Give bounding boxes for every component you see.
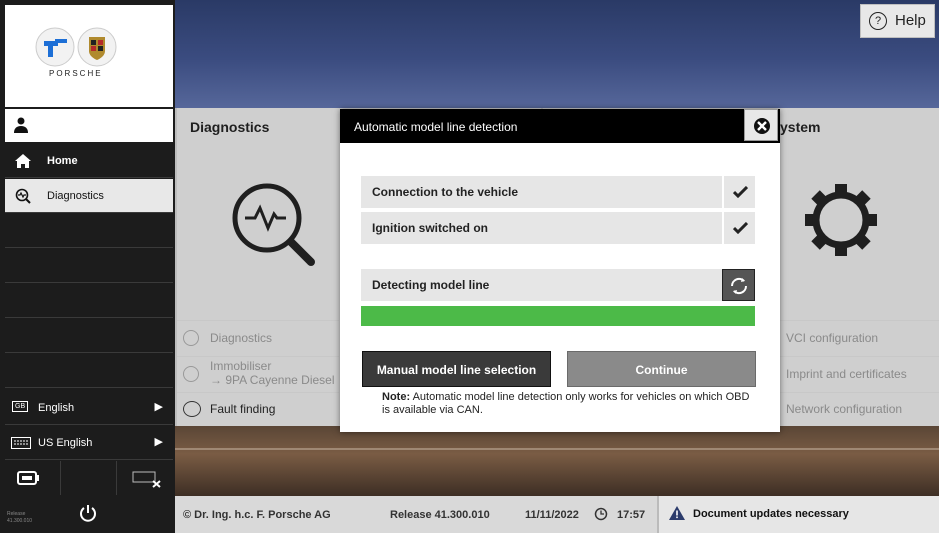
gear-icon bbox=[805, 184, 877, 256]
immobiliser-icon bbox=[183, 366, 199, 382]
help-label: Help bbox=[895, 12, 926, 29]
model-line-detection-dialog: Automatic model line detection Connectio… bbox=[340, 109, 780, 432]
step-label: Ignition switched on bbox=[372, 221, 488, 235]
power-button[interactable] bbox=[78, 503, 98, 528]
logo-area: PORSCHE bbox=[5, 5, 173, 107]
continue-button[interactable]: Continue bbox=[567, 351, 756, 387]
help-button[interactable]: ? Help bbox=[860, 4, 935, 38]
diagnostics-icon bbox=[15, 188, 31, 204]
step-connection: Connection to the vehicle bbox=[361, 176, 755, 208]
user-icon bbox=[14, 117, 28, 133]
progress-bar bbox=[361, 306, 755, 326]
battery-status[interactable] bbox=[5, 461, 61, 495]
power-icon bbox=[80, 505, 96, 522]
sidebar-item-label: Diagnostics bbox=[47, 190, 104, 202]
warning-icon bbox=[669, 506, 685, 520]
link-fault-finding[interactable]: Fault finding bbox=[177, 392, 339, 426]
language-badge: GB bbox=[12, 401, 29, 412]
release-text: Release 41.300.010 bbox=[390, 509, 490, 521]
link-diagnostics[interactable]: Diagnostics bbox=[177, 320, 339, 356]
vci-status[interactable] bbox=[117, 461, 173, 495]
date-text: 11/11/2022 bbox=[525, 509, 579, 521]
keyboard-selector[interactable]: US English ▶ bbox=[5, 426, 173, 460]
step-detecting: Detecting model line bbox=[361, 269, 755, 301]
language-selector[interactable]: GB English ▶ bbox=[5, 391, 173, 425]
piwis-logo-icon bbox=[35, 27, 75, 67]
language-label: English bbox=[38, 402, 75, 414]
step-label: Connection to the vehicle bbox=[372, 185, 519, 199]
vci-disconnected-icon bbox=[132, 471, 161, 488]
fault-finding-icon bbox=[183, 401, 201, 417]
diagnostics-magnifier-icon bbox=[232, 183, 315, 266]
chevron-right-icon: ▶ bbox=[154, 436, 163, 448]
note-label: Note: bbox=[382, 391, 411, 403]
dialog-header: Automatic model line detection bbox=[340, 109, 780, 143]
footer-bar: © Dr. Ing. h.c. F. Porsche AG Release 41… bbox=[175, 496, 939, 533]
porsche-crest-icon bbox=[77, 27, 117, 67]
diagnostics-icon bbox=[183, 330, 199, 346]
note-text: Automatic model line detection only work… bbox=[382, 391, 750, 416]
link-imprint[interactable]: Imprint and certificates bbox=[779, 356, 939, 392]
progress-fill bbox=[361, 306, 755, 326]
copyright-text: © Dr. Ing. h.c. F. Porsche AG bbox=[183, 509, 331, 521]
dialog-title: Automatic model line detection bbox=[354, 120, 518, 134]
dialog-note: Note: Automatic model line detection onl… bbox=[382, 391, 752, 417]
sidebar-empty-slot bbox=[5, 319, 173, 353]
sidebar-empty-slot bbox=[5, 354, 173, 388]
sidebar-item-home[interactable]: Home bbox=[5, 144, 173, 178]
help-icon: ? bbox=[869, 12, 887, 30]
sidebar-item-label: Home bbox=[47, 155, 78, 167]
chevron-right-icon: ▶ bbox=[154, 401, 163, 413]
sidebar-empty-slot bbox=[5, 284, 173, 318]
keyboard-icon bbox=[11, 437, 31, 449]
background-road-image bbox=[175, 426, 939, 496]
keyboard-label: US English bbox=[38, 437, 93, 449]
link-network-configuration[interactable]: Network configuration bbox=[779, 392, 939, 426]
manual-model-line-button[interactable]: Manual model line selection bbox=[362, 351, 551, 387]
step-label: Detecting model line bbox=[372, 278, 490, 292]
battery-icon bbox=[17, 471, 39, 485]
tile-title: Diagnostics bbox=[190, 119, 270, 135]
tile-title: ystem bbox=[780, 119, 821, 135]
home-icon bbox=[15, 154, 31, 168]
dialog-close-button[interactable] bbox=[744, 109, 778, 141]
user-row[interactable] bbox=[5, 109, 173, 142]
time-text: 17:57 bbox=[617, 509, 646, 521]
header-banner: ? Help bbox=[175, 0, 939, 108]
checkmark-icon bbox=[722, 212, 755, 244]
sidebar-empty-slot bbox=[5, 214, 173, 248]
sidebar-empty-slot bbox=[61, 461, 117, 495]
clock-icon bbox=[594, 507, 608, 521]
checkmark-icon bbox=[722, 176, 755, 208]
link-vci-configuration[interactable]: VCI configuration bbox=[779, 320, 939, 356]
link-immobiliser[interactable]: Immobiliser → 9PA Cayenne Diesel bbox=[177, 356, 339, 392]
release-info-small: Release 41.300.010 bbox=[7, 511, 33, 524]
step-ignition: Ignition switched on bbox=[361, 212, 755, 244]
close-icon bbox=[754, 118, 770, 134]
porsche-logo-text: PORSCHE bbox=[49, 69, 103, 78]
document-updates-notice[interactable]: Document updates necessary bbox=[657, 496, 939, 533]
sidebar-empty-slot bbox=[5, 249, 173, 283]
refresh-icon bbox=[722, 269, 755, 301]
sidebar-item-diagnostics[interactable]: Diagnostics bbox=[5, 179, 173, 213]
